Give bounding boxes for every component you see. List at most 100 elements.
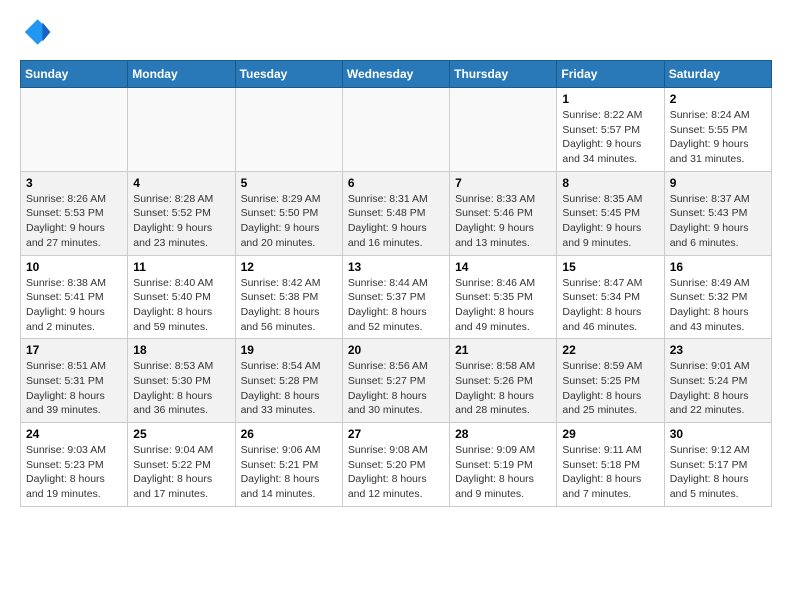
day-info: Sunrise: 8:47 AMSunset: 5:34 PMDaylight:… xyxy=(562,276,658,335)
day-cell: 16 Sunrise: 8:49 AMSunset: 5:32 PMDayligh… xyxy=(664,255,771,339)
day-info: Sunrise: 8:42 AMSunset: 5:38 PMDaylight:… xyxy=(241,276,337,335)
day-cell xyxy=(21,88,128,172)
day-number: 18 xyxy=(133,343,229,357)
day-info: Sunrise: 8:53 AMSunset: 5:30 PMDaylight:… xyxy=(133,359,229,418)
weekday-thursday: Thursday xyxy=(450,61,557,88)
day-number: 6 xyxy=(348,176,444,190)
day-number: 11 xyxy=(133,260,229,274)
day-cell: 24 Sunrise: 9:03 AMSunset: 5:23 PMDayligh… xyxy=(21,423,128,507)
day-number: 29 xyxy=(562,427,658,441)
day-cell xyxy=(450,88,557,172)
day-cell: 17Sunrise: 8:51 AMSunset: 5:31 PMDayligh… xyxy=(21,339,128,423)
day-info: Sunrise: 9:06 AMSunset: 5:21 PMDaylight:… xyxy=(241,443,337,502)
day-info: Sunrise: 8:24 AMSunset: 5:55 PMDaylight:… xyxy=(670,108,766,167)
day-number: 21 xyxy=(455,343,551,357)
week-row-2: 3Sunrise: 8:26 AMSunset: 5:53 PMDaylight… xyxy=(21,171,772,255)
day-info: Sunrise: 8:56 AMSunset: 5:27 PMDaylight:… xyxy=(348,359,444,418)
day-info: Sunrise: 8:29 AMSunset: 5:50 PMDaylight:… xyxy=(241,192,337,251)
day-info: Sunrise: 8:40 AMSunset: 5:40 PMDaylight:… xyxy=(133,276,229,335)
day-number: 4 xyxy=(133,176,229,190)
day-info: Sunrise: 8:22 AMSunset: 5:57 PMDaylight:… xyxy=(562,108,658,167)
weekday-saturday: Saturday xyxy=(664,61,771,88)
day-number: 15 xyxy=(562,260,658,274)
day-info: Sunrise: 8:59 AMSunset: 5:25 PMDaylight:… xyxy=(562,359,658,418)
day-number: 23 xyxy=(670,343,766,357)
day-cell: 28Sunrise: 9:09 AMSunset: 5:19 PMDayligh… xyxy=(450,423,557,507)
day-cell: 22 Sunrise: 8:59 AMSunset: 5:25 PMDayligh… xyxy=(557,339,664,423)
day-number: 3 xyxy=(26,176,122,190)
day-cell: 25Sunrise: 9:04 AMSunset: 5:22 PMDayligh… xyxy=(128,423,235,507)
day-number: 28 xyxy=(455,427,551,441)
day-info: Sunrise: 8:58 AMSunset: 5:26 PMDaylight:… xyxy=(455,359,551,418)
day-info: Sunrise: 8:35 AMSunset: 5:45 PMDaylight:… xyxy=(562,192,658,251)
day-cell: 19 Sunrise: 8:54 AMSunset: 5:28 PMDayligh… xyxy=(235,339,342,423)
day-cell: 8 Sunrise: 8:35 AMSunset: 5:45 PMDaylight… xyxy=(557,171,664,255)
day-info: Sunrise: 8:31 AMSunset: 5:48 PMDaylight:… xyxy=(348,192,444,251)
week-row-4: 17Sunrise: 8:51 AMSunset: 5:31 PMDayligh… xyxy=(21,339,772,423)
day-cell: 1Sunrise: 8:22 AMSunset: 5:57 PMDaylight… xyxy=(557,88,664,172)
day-cell: 29 Sunrise: 9:11 AMSunset: 5:18 PMDayligh… xyxy=(557,423,664,507)
day-cell: 13Sunrise: 8:44 AMSunset: 5:37 PMDayligh… xyxy=(342,255,449,339)
day-number: 9 xyxy=(670,176,766,190)
day-cell xyxy=(235,88,342,172)
day-number: 2 xyxy=(670,92,766,106)
week-row-3: 10 Sunrise: 8:38 AMSunset: 5:41 PMDayligh… xyxy=(21,255,772,339)
day-info: Sunrise: 8:28 AMSunset: 5:52 PMDaylight:… xyxy=(133,192,229,251)
day-info: Sunrise: 9:01 AMSunset: 5:24 PMDaylight:… xyxy=(670,359,766,418)
day-cell: 10 Sunrise: 8:38 AMSunset: 5:41 PMDayligh… xyxy=(21,255,128,339)
day-number: 20 xyxy=(348,343,444,357)
logo xyxy=(20,16,56,48)
day-number: 10 xyxy=(26,260,122,274)
day-info: Sunrise: 9:12 AMSunset: 5:17 PMDaylight:… xyxy=(670,443,766,502)
day-cell: 5Sunrise: 8:29 AMSunset: 5:50 PMDaylight… xyxy=(235,171,342,255)
day-cell: 15 Sunrise: 8:47 AMSunset: 5:34 PMDayligh… xyxy=(557,255,664,339)
day-number: 8 xyxy=(562,176,658,190)
day-cell: 27 Sunrise: 9:08 AMSunset: 5:20 PMDayligh… xyxy=(342,423,449,507)
day-number: 13 xyxy=(348,260,444,274)
day-cell: 11 Sunrise: 8:40 AMSunset: 5:40 PMDayligh… xyxy=(128,255,235,339)
logo-icon xyxy=(20,16,52,48)
day-cell: 12 Sunrise: 8:42 AMSunset: 5:38 PMDayligh… xyxy=(235,255,342,339)
day-number: 19 xyxy=(241,343,337,357)
day-info: Sunrise: 8:49 AMSunset: 5:32 PMDaylight:… xyxy=(670,276,766,335)
day-number: 26 xyxy=(241,427,337,441)
day-info: Sunrise: 8:46 AMSunset: 5:35 PMDaylight:… xyxy=(455,276,551,335)
day-info: Sunrise: 9:03 AMSunset: 5:23 PMDaylight:… xyxy=(26,443,122,502)
day-number: 30 xyxy=(670,427,766,441)
day-cell: 20 Sunrise: 8:56 AMSunset: 5:27 PMDayligh… xyxy=(342,339,449,423)
header xyxy=(20,16,772,48)
day-cell: 6 Sunrise: 8:31 AMSunset: 5:48 PMDaylight… xyxy=(342,171,449,255)
day-number: 7 xyxy=(455,176,551,190)
day-number: 27 xyxy=(348,427,444,441)
day-cell: 2 Sunrise: 8:24 AMSunset: 5:55 PMDaylight… xyxy=(664,88,771,172)
day-number: 24 xyxy=(26,427,122,441)
day-number: 22 xyxy=(562,343,658,357)
day-info: Sunrise: 8:38 AMSunset: 5:41 PMDaylight:… xyxy=(26,276,122,335)
weekday-header-row: SundayMondayTuesdayWednesdayThursdayFrid… xyxy=(21,61,772,88)
day-cell: 3Sunrise: 8:26 AMSunset: 5:53 PMDaylight… xyxy=(21,171,128,255)
page: SundayMondayTuesdayWednesdayThursdayFrid… xyxy=(0,0,792,523)
weekday-wednesday: Wednesday xyxy=(342,61,449,88)
day-number: 14 xyxy=(455,260,551,274)
day-info: Sunrise: 8:54 AMSunset: 5:28 PMDaylight:… xyxy=(241,359,337,418)
day-cell: 30 Sunrise: 9:12 AMSunset: 5:17 PMDayligh… xyxy=(664,423,771,507)
day-cell: 7Sunrise: 8:33 AMSunset: 5:46 PMDaylight… xyxy=(450,171,557,255)
week-row-5: 24 Sunrise: 9:03 AMSunset: 5:23 PMDayligh… xyxy=(21,423,772,507)
day-cell: 9Sunrise: 8:37 AMSunset: 5:43 PMDaylight… xyxy=(664,171,771,255)
day-cell: 26 Sunrise: 9:06 AMSunset: 5:21 PMDayligh… xyxy=(235,423,342,507)
day-cell: 4 Sunrise: 8:28 AMSunset: 5:52 PMDaylight… xyxy=(128,171,235,255)
day-cell xyxy=(342,88,449,172)
day-cell: 14 Sunrise: 8:46 AMSunset: 5:35 PMDayligh… xyxy=(450,255,557,339)
week-row-1: 1Sunrise: 8:22 AMSunset: 5:57 PMDaylight… xyxy=(21,88,772,172)
weekday-friday: Friday xyxy=(557,61,664,88)
day-cell: 23 Sunrise: 9:01 AMSunset: 5:24 PMDayligh… xyxy=(664,339,771,423)
day-number: 16 xyxy=(670,260,766,274)
day-number: 17 xyxy=(26,343,122,357)
day-info: Sunrise: 9:11 AMSunset: 5:18 PMDaylight:… xyxy=(562,443,658,502)
day-info: Sunrise: 9:08 AMSunset: 5:20 PMDaylight:… xyxy=(348,443,444,502)
weekday-monday: Monday xyxy=(128,61,235,88)
weekday-sunday: Sunday xyxy=(21,61,128,88)
day-number: 12 xyxy=(241,260,337,274)
weekday-tuesday: Tuesday xyxy=(235,61,342,88)
day-cell: 18 Sunrise: 8:53 AMSunset: 5:30 PMDayligh… xyxy=(128,339,235,423)
